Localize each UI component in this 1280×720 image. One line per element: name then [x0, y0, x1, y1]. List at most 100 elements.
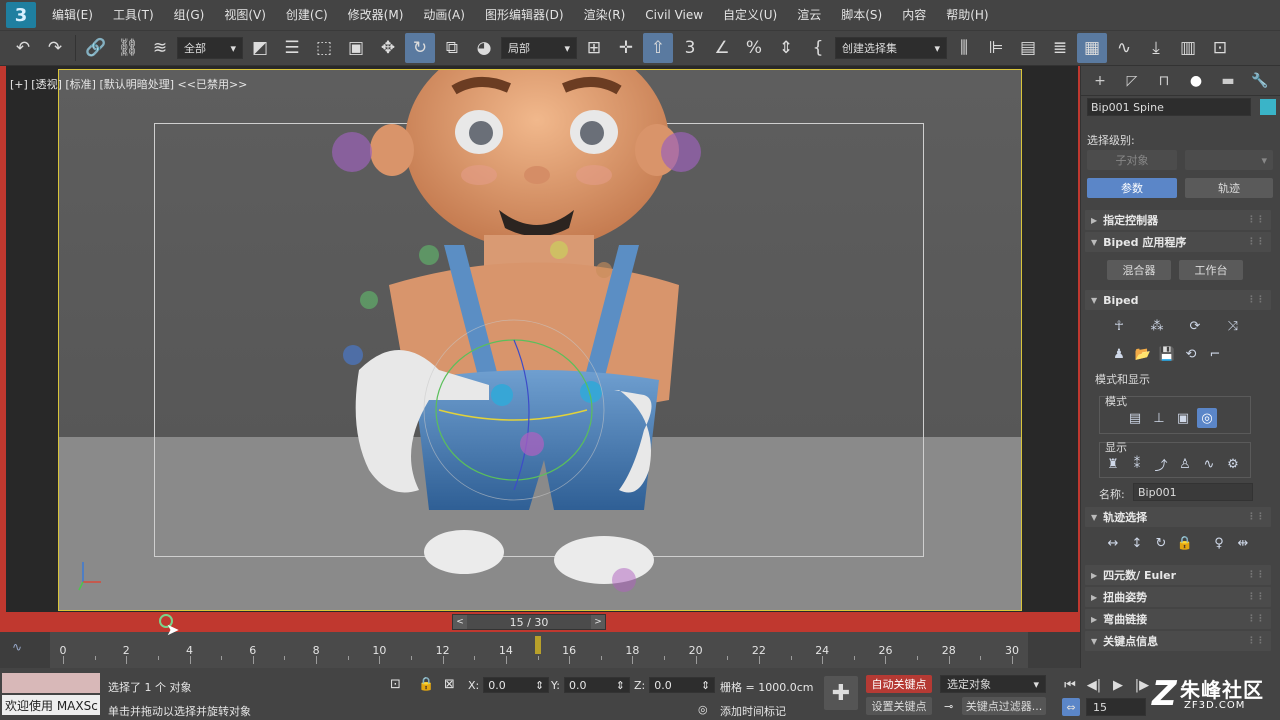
trajectories-tab[interactable]: 轨迹: [1185, 178, 1273, 198]
menu-rendering[interactable]: 渲染(R): [574, 0, 636, 30]
current-frame-field[interactable]: 15: [1086, 698, 1146, 716]
workbench-button[interactable]: 工作台: [1179, 260, 1243, 280]
place-icon[interactable]: ◕: [469, 33, 499, 63]
select-object-icon[interactable]: ◩: [245, 33, 275, 63]
move-icon[interactable]: ✥: [373, 33, 403, 63]
bind-spacewarp-icon[interactable]: ≋: [145, 33, 175, 63]
select-by-name-icon[interactable]: ☰: [277, 33, 307, 63]
key-filters-button[interactable]: 关键点过滤器...: [962, 697, 1046, 715]
time-slider-thumb[interactable]: < 15 / 30 >: [452, 614, 606, 630]
body-horizontal-icon[interactable]: ↔: [1103, 533, 1123, 553]
footsteps-display-icon[interactable]: ⁑: [1127, 454, 1147, 474]
trajectories-display-icon[interactable]: ∿: [1199, 454, 1219, 474]
undo-icon[interactable]: ↶: [8, 33, 38, 63]
spinner-icon[interactable]: ⇕: [701, 679, 710, 692]
curve-editor-icon[interactable]: ∿: [1109, 33, 1139, 63]
reference-coord-dropdown[interactable]: 局部 ▾: [501, 37, 577, 59]
maxscript-listener-top[interactable]: [2, 673, 100, 693]
add-time-tag[interactable]: 添加时间标记: [720, 703, 786, 719]
auto-key-button[interactable]: 自动关键点: [866, 675, 932, 693]
select-manipulate-icon[interactable]: ✛: [611, 33, 641, 63]
object-name-field[interactable]: Bip001 Spine: [1087, 98, 1251, 116]
body-rotation-icon[interactable]: ↻: [1151, 533, 1171, 553]
rollout-bend-links[interactable]: ▶ 弯曲链接 ⋮⋮: [1085, 609, 1271, 629]
track-bar[interactable]: ∿ 0 2 4 6 8 10 12 14 16 18 20 22 24 26 28 30: [0, 632, 1080, 668]
z-field[interactable]: 0.0 ⇕: [649, 677, 716, 693]
motion-tab-icon[interactable]: ●: [1183, 68, 1209, 94]
window-crossing-icon[interactable]: ▣: [341, 33, 371, 63]
pivot-center-icon[interactable]: ⊞: [579, 33, 609, 63]
unlink-icon[interactable]: ⛓: [113, 33, 143, 63]
rollout-biped[interactable]: ▼ Biped ⋮⋮: [1085, 290, 1271, 310]
mini-curve-editor-icon[interactable]: ∿: [12, 640, 22, 654]
motion-flow-icon[interactable]: ⟳: [1185, 316, 1205, 336]
rollout-quaternion-euler[interactable]: ▶ 四元数/ Euler ⋮⋮: [1085, 565, 1271, 585]
spinner-snap-icon[interactable]: ⇕: [771, 33, 801, 63]
biped-playback-icon[interactable]: ♟: [1109, 344, 1129, 364]
play-icon[interactable]: ▶: [1108, 676, 1128, 694]
key-mode-toggle-icon[interactable]: ⇔: [1062, 698, 1080, 716]
isolate-toggle-icon[interactable]: ⊡: [390, 677, 401, 692]
mixer-mode-icon[interactable]: ⤨: [1223, 316, 1243, 336]
percent-snap-icon[interactable]: %: [739, 33, 769, 63]
sub-object-button[interactable]: 子对象: [1087, 150, 1177, 170]
track-bar-ruler[interactable]: 0 2 4 6 8 10 12 14 16 18 20 22 24 26 28 30: [50, 632, 1028, 668]
menu-customize[interactable]: 自定义(U): [713, 0, 787, 30]
sub-object-dropdown[interactable]: ▾: [1185, 150, 1273, 170]
utilities-tab-icon[interactable]: 🔧: [1247, 68, 1273, 94]
menu-views[interactable]: 视图(V): [214, 0, 276, 30]
opposite-icon[interactable]: ⇹: [1233, 533, 1253, 553]
move-all-icon[interactable]: ⌐: [1205, 344, 1225, 364]
perspective-viewport[interactable]: 前 ◁ ◁ [+] [透视] [标准] [默认明暗处理] <<已禁用>>: [4, 66, 1080, 616]
rotate-icon[interactable]: ↻: [405, 33, 435, 63]
mixer-button[interactable]: 混合器: [1107, 260, 1171, 280]
save-file-icon[interactable]: 💾: [1157, 344, 1177, 364]
time-tag-icon[interactable]: ◎: [698, 703, 708, 716]
body-vertical-icon[interactable]: ↕: [1127, 533, 1147, 553]
modify-tab-icon[interactable]: ◸: [1119, 68, 1145, 94]
scale-icon[interactable]: ⧉: [437, 33, 467, 63]
biped-name-field[interactable]: Bip001: [1133, 483, 1253, 501]
menu-scripting[interactable]: 脚本(S): [831, 0, 892, 30]
set-key-button[interactable]: 设置关键点: [866, 697, 932, 715]
selection-filter-dropdown[interactable]: 全部 ▾: [177, 37, 243, 59]
symmetrical-icon[interactable]: ♀: [1209, 533, 1229, 553]
rollout-biped-apps[interactable]: ▼ Biped 应用程序 ⋮⋮: [1085, 232, 1271, 252]
menu-group[interactable]: 组(G): [164, 0, 215, 30]
viewport-label[interactable]: [+] [透视] [标准] [默认明暗处理] <<已禁用>>: [10, 76, 247, 92]
lock-selection-icon[interactable]: 🔒: [418, 677, 434, 692]
footstep-mode-icon[interactable]: ⁂: [1147, 316, 1167, 336]
link-icon[interactable]: 🔗: [81, 33, 111, 63]
scene-explorer-icon[interactable]: ▤: [1013, 33, 1043, 63]
menu-cloud[interactable]: 渲云: [787, 0, 831, 30]
menu-graph-editors[interactable]: 图形编辑器(D): [475, 0, 574, 30]
align-icon[interactable]: ⊫: [981, 33, 1011, 63]
menu-help[interactable]: 帮助(H): [936, 0, 998, 30]
y-field[interactable]: 0.0 ⇕: [563, 677, 630, 693]
maxscript-listener[interactable]: 欢迎使用 MAXSc: [2, 695, 100, 715]
spinner-icon[interactable]: ⇕: [535, 679, 544, 692]
mirror-icon[interactable]: ⫼: [949, 33, 979, 63]
menu-content[interactable]: 内容: [892, 0, 936, 30]
rollout-twist-poses[interactable]: ▶ 扭曲姿势 ⋮⋮: [1085, 587, 1271, 607]
in-place-mode-icon[interactable]: ◎: [1197, 408, 1217, 428]
display-tab-icon[interactable]: ▬: [1215, 68, 1241, 94]
create-tab-icon[interactable]: +: [1087, 68, 1113, 94]
hierarchy-tab-icon[interactable]: ⊓: [1151, 68, 1177, 94]
next-frame-icon[interactable]: >: [590, 615, 605, 629]
next-frame-icon[interactable]: |▶: [1132, 676, 1152, 694]
convert-icon[interactable]: ⟲: [1181, 344, 1201, 364]
x-field[interactable]: 0.0 ⇕: [483, 677, 550, 693]
previous-frame-icon[interactable]: ◀|: [1084, 676, 1104, 694]
character-model[interactable]: [59, 70, 1022, 611]
buffer-mode-icon[interactable]: ▤: [1125, 408, 1145, 428]
spinner-icon[interactable]: ⇕: [616, 679, 625, 692]
menu-edit[interactable]: 编辑(E): [42, 0, 103, 30]
absolute-mode-icon[interactable]: ⊠: [444, 677, 455, 692]
material-editor-icon[interactable]: ▥: [1173, 33, 1203, 63]
leg-states-icon[interactable]: ♙: [1175, 454, 1195, 474]
go-to-start-icon[interactable]: ⏮: [1060, 676, 1080, 694]
preferences-icon[interactable]: ⚙: [1223, 454, 1243, 474]
rect-selection-icon[interactable]: ⬚: [309, 33, 339, 63]
load-file-icon[interactable]: 📂: [1133, 344, 1153, 364]
